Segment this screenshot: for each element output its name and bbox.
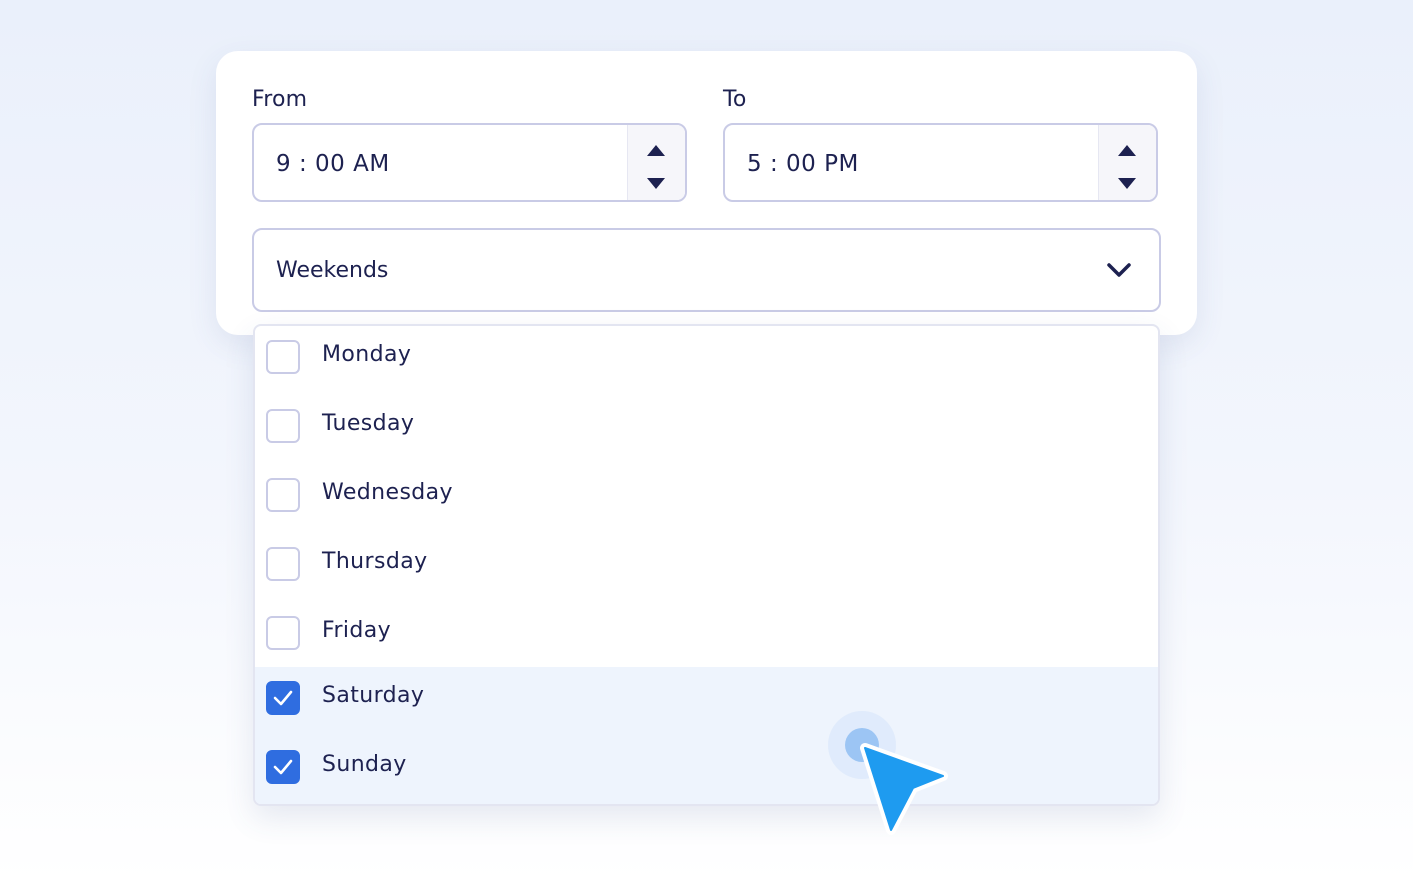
checkmark-icon (273, 690, 293, 706)
days-preset-value: Weekends (276, 258, 389, 283)
day-option-label: Friday (322, 618, 392, 643)
from-time-spinner (627, 125, 685, 200)
day-option-friday[interactable]: Friday (255, 602, 1158, 671)
to-increment-arrow-icon[interactable] (1116, 143, 1138, 157)
day-option-label: Monday (322, 342, 412, 367)
day-option-label: Wednesday (322, 480, 453, 505)
from-time-value[interactable]: 9 : 00 AM (276, 151, 390, 177)
day-checkbox[interactable] (266, 478, 300, 512)
from-decrement-arrow-icon[interactable] (645, 177, 667, 191)
day-checkbox[interactable] (266, 547, 300, 581)
day-checkbox-checked[interactable] (266, 750, 300, 784)
day-option-thursday[interactable]: Thursday (255, 533, 1158, 602)
from-label: From (252, 87, 308, 112)
to-time-spinner (1098, 125, 1156, 200)
day-option-label: Sunday (322, 752, 407, 777)
chevron-down-icon[interactable] (1105, 260, 1133, 280)
day-option-wednesday[interactable]: Wednesday (255, 464, 1158, 533)
to-time-input[interactable]: 5 : 00 PM (723, 123, 1158, 202)
checkmark-icon (273, 759, 293, 775)
day-option-label: Tuesday (322, 411, 415, 436)
day-option-label: Saturday (322, 683, 425, 708)
day-option-tuesday[interactable]: Tuesday (255, 395, 1158, 464)
to-time-value[interactable]: 5 : 00 PM (747, 151, 859, 177)
day-option-label: Thursday (322, 549, 428, 574)
day-checkbox[interactable] (266, 409, 300, 443)
days-dropdown-list: Monday Tuesday Wednesday Thursday Friday… (253, 324, 1160, 806)
day-option-saturday[interactable]: Saturday (255, 667, 1158, 736)
from-time-input[interactable]: 9 : 00 AM (252, 123, 687, 202)
day-option-sunday[interactable]: Sunday (255, 736, 1158, 804)
day-option-monday[interactable]: Monday (255, 326, 1158, 395)
to-decrement-arrow-icon[interactable] (1116, 177, 1138, 191)
from-increment-arrow-icon[interactable] (645, 143, 667, 157)
to-label: To (723, 87, 747, 112)
day-checkbox[interactable] (266, 616, 300, 650)
mouse-pointer-icon (828, 711, 948, 835)
days-preset-select[interactable]: Weekends (252, 228, 1161, 312)
day-checkbox[interactable] (266, 340, 300, 374)
day-checkbox-checked[interactable] (266, 681, 300, 715)
